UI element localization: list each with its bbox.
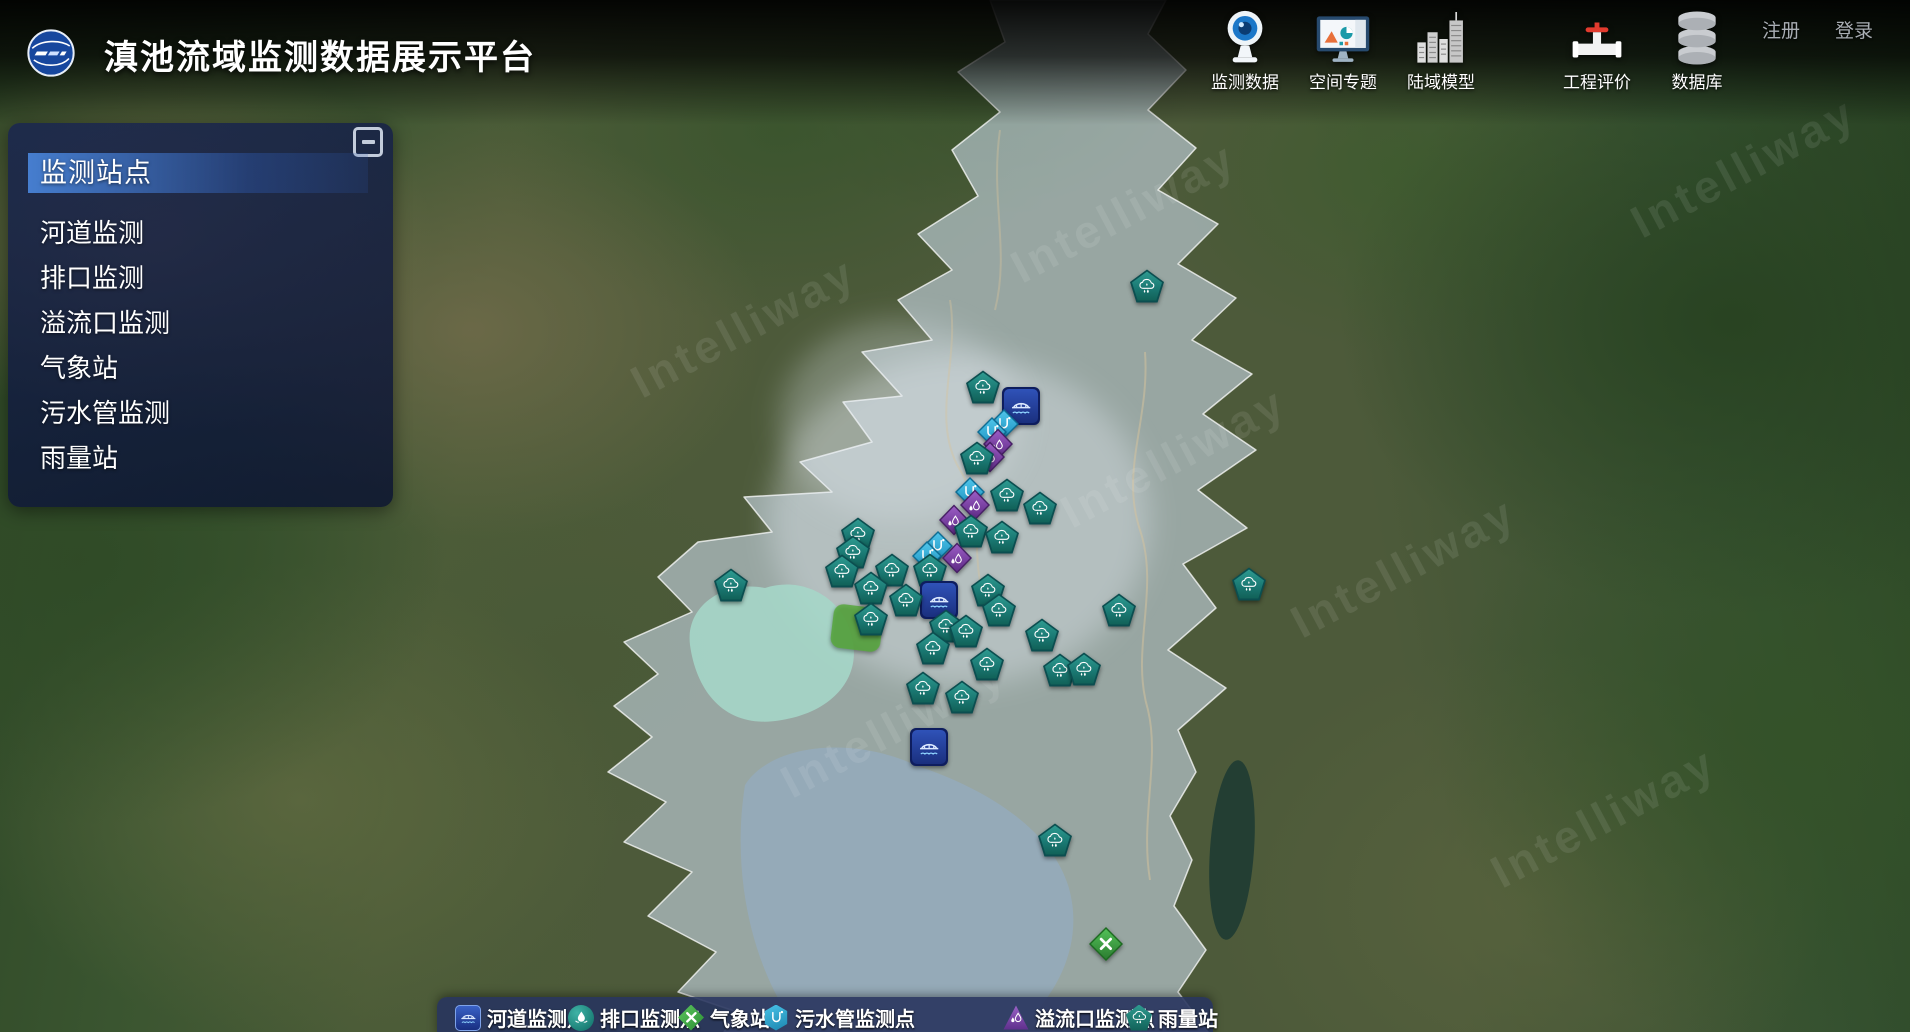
map-marker-rain[interactable]: [990, 479, 1024, 512]
nav-label: 数据库: [1672, 68, 1723, 93]
app-root: IntelliwayIntelliwayIntelliwayIntelliway…: [0, 0, 1910, 1032]
legend-label: 气象站: [710, 1003, 770, 1032]
panel-menu: 河道监测 排口监测 溢流口监测 气象站 污水管监测 雨量站: [8, 211, 393, 481]
register-link[interactable]: 注册: [1762, 16, 1800, 43]
rain-station-icon: [1126, 1005, 1152, 1031]
minimize-icon: [362, 140, 375, 144]
map-marker-rain[interactable]: [970, 648, 1004, 681]
nav-label: 工程评价: [1563, 68, 1631, 93]
sidebar-item-overflow-monitoring[interactable]: 溢流口监测: [8, 301, 393, 346]
sidebar-item-river-monitoring[interactable]: 河道监测: [8, 211, 393, 256]
map-marker-rain[interactable]: [1232, 568, 1266, 601]
legend-label: 雨量站: [1158, 1003, 1218, 1032]
map-marker-rain[interactable]: [1038, 824, 1072, 857]
map-marker-rain[interactable]: [1025, 619, 1059, 652]
pipe-valve-icon: [1571, 6, 1623, 66]
map-marker-rain[interactable]: [945, 681, 979, 714]
map-marker-rain[interactable]: [1023, 492, 1057, 525]
nav-item-database[interactable]: 数据库: [1647, 6, 1747, 93]
city-buildings-icon: [1414, 6, 1468, 66]
map-marker-rain[interactable]: [889, 584, 923, 617]
map-marker-weather[interactable]: [1089, 927, 1123, 961]
nav-label: 陆域模型: [1407, 68, 1475, 93]
login-link[interactable]: 登录: [1835, 16, 1873, 43]
map-marker-rain[interactable]: [714, 569, 748, 602]
map-marker-rain[interactable]: [916, 632, 950, 665]
sidebar-item-rain-station[interactable]: 雨量站: [8, 436, 393, 481]
map-marker-rain[interactable]: [854, 572, 888, 605]
webcam-icon: [1221, 6, 1269, 66]
sewage-station-icon: [763, 1005, 789, 1031]
map-marker-rain[interactable]: [966, 371, 1000, 404]
map-legend: 河道监测点 排口监测点 气象站 污水管监测点 溢流口监测点: [437, 997, 1213, 1032]
panel-title: 监测站点: [28, 153, 368, 193]
monitor-chart-icon: [1315, 6, 1371, 66]
page-title: 滇池流域监测数据展示平台: [104, 30, 536, 79]
monitoring-stations-panel: 监测站点 河道监测 排口监测 溢流口监测 气象站 污水管监测 雨量站: [8, 123, 393, 507]
map-marker-rain[interactable]: [1130, 270, 1164, 303]
map-marker-rain[interactable]: [982, 594, 1016, 627]
nav-item-monitoring-data[interactable]: 监测数据: [1195, 6, 1295, 93]
platform-logo-icon: [26, 28, 76, 78]
nav-item-spatial-themes[interactable]: 空间专题: [1293, 6, 1393, 93]
nav-item-project-evaluation[interactable]: 工程评价: [1547, 6, 1647, 93]
map-marker-rain[interactable]: [960, 442, 994, 475]
map-marker-rain[interactable]: [906, 672, 940, 705]
nav-item-land-model[interactable]: 陆域模型: [1391, 6, 1491, 93]
weather-station-icon: [678, 1005, 704, 1031]
database-icon: [1672, 6, 1722, 66]
legend-item-weather: 气象站: [678, 1003, 770, 1032]
legend-item-sewage: 污水管监测点: [763, 1003, 915, 1032]
map-marker-rain[interactable]: [985, 521, 1019, 554]
map-marker-river[interactable]: [910, 728, 948, 766]
legend-label: 污水管监测点: [795, 1003, 915, 1032]
map-marker-rain[interactable]: [1067, 653, 1101, 686]
legend-item-rain: 雨量站: [1126, 1003, 1218, 1032]
map-marker-rain[interactable]: [854, 603, 888, 636]
river-station-icon: [455, 1005, 481, 1031]
outlet-station-icon: [568, 1005, 594, 1031]
nav-label: 空间专题: [1309, 68, 1377, 93]
map-marker-rain[interactable]: [1102, 594, 1136, 627]
sidebar-item-outlet-monitoring[interactable]: 排口监测: [8, 256, 393, 301]
overflow-station-icon: [1003, 1005, 1029, 1031]
map-marker-rain[interactable]: [949, 615, 983, 648]
sidebar-item-sewage-monitoring[interactable]: 污水管监测: [8, 391, 393, 436]
sidebar-item-weather-station[interactable]: 气象站: [8, 346, 393, 391]
nav-label: 监测数据: [1211, 68, 1279, 93]
